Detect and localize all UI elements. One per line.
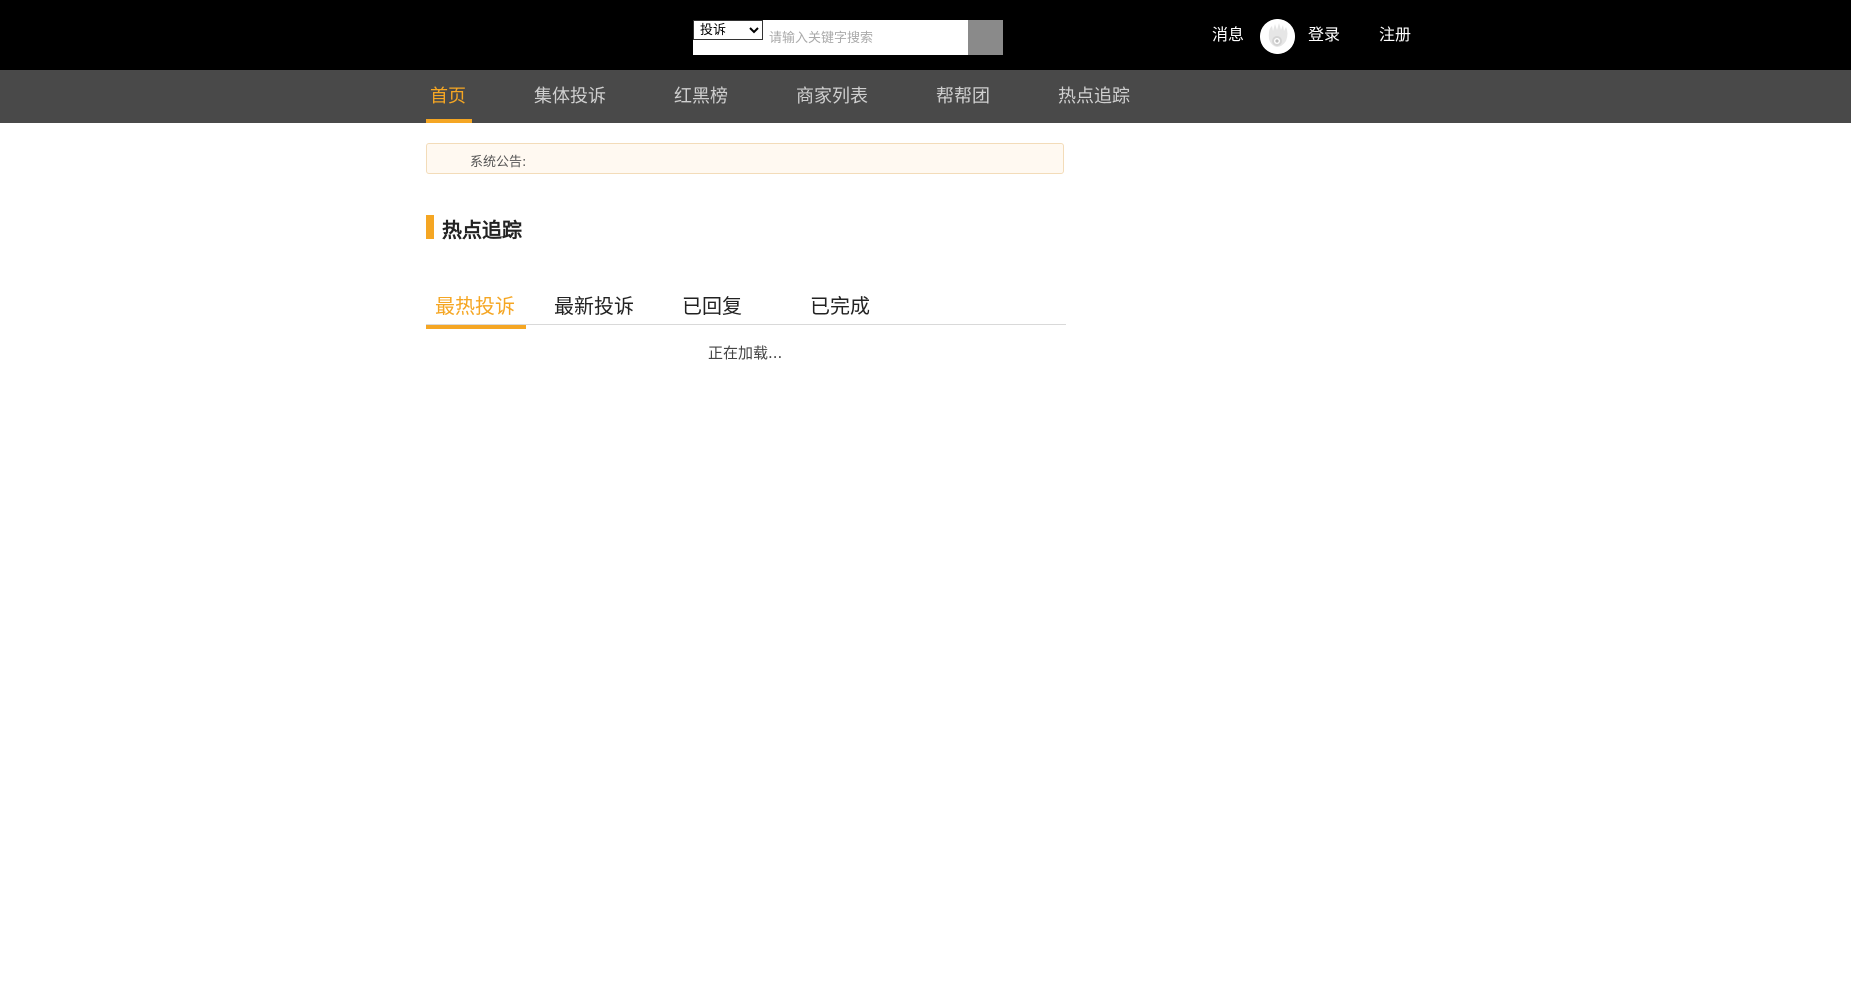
search-category-select[interactable]: 投诉 — [693, 20, 763, 40]
loading-text: 正在加载... — [708, 344, 783, 362]
search-box: 投诉 — [693, 20, 1003, 55]
tab-completed[interactable]: 已完成 — [810, 290, 870, 319]
page-title: 热点追踪 — [442, 218, 522, 242]
register-link[interactable]: 注册 — [1379, 24, 1411, 46]
user-avatar-icon — [1260, 19, 1295, 54]
nav-item-help-group[interactable]: 帮帮团 — [936, 70, 990, 123]
nav-item-home[interactable]: 首页 — [430, 70, 466, 123]
top-bar: 投诉 消息 登录 注册 — [0, 0, 1851, 70]
nav-item-merchant-list[interactable]: 商家列表 — [796, 70, 868, 123]
nav-item-hot-tracking[interactable]: 热点追踪 — [1058, 70, 1130, 123]
nav-active-indicator — [426, 119, 472, 123]
tab-latest-complaints[interactable]: 最新投诉 — [554, 290, 634, 319]
system-notice: 系统公告: — [426, 143, 1064, 174]
nav-item-red-black-list[interactable]: 红黑榜 — [674, 70, 728, 123]
main-nav: 首页 集体投诉 红黑榜 商家列表 帮帮团 热点追踪 — [0, 70, 1851, 123]
avatar[interactable] — [1260, 19, 1295, 54]
search-input[interactable] — [769, 28, 959, 48]
tab-active-indicator — [426, 325, 526, 329]
tab-hottest-complaints[interactable]: 最热投诉 — [435, 290, 515, 319]
notice-label: 系统公告: — [470, 155, 527, 170]
login-link[interactable]: 登录 — [1308, 24, 1340, 46]
section-title-bar — [426, 215, 434, 239]
tab-replied[interactable]: 已回复 — [682, 290, 742, 319]
search-button[interactable] — [968, 20, 1003, 55]
messages-link[interactable]: 消息 — [1212, 24, 1244, 46]
nav-item-collective-complaints[interactable]: 集体投诉 — [534, 70, 606, 123]
